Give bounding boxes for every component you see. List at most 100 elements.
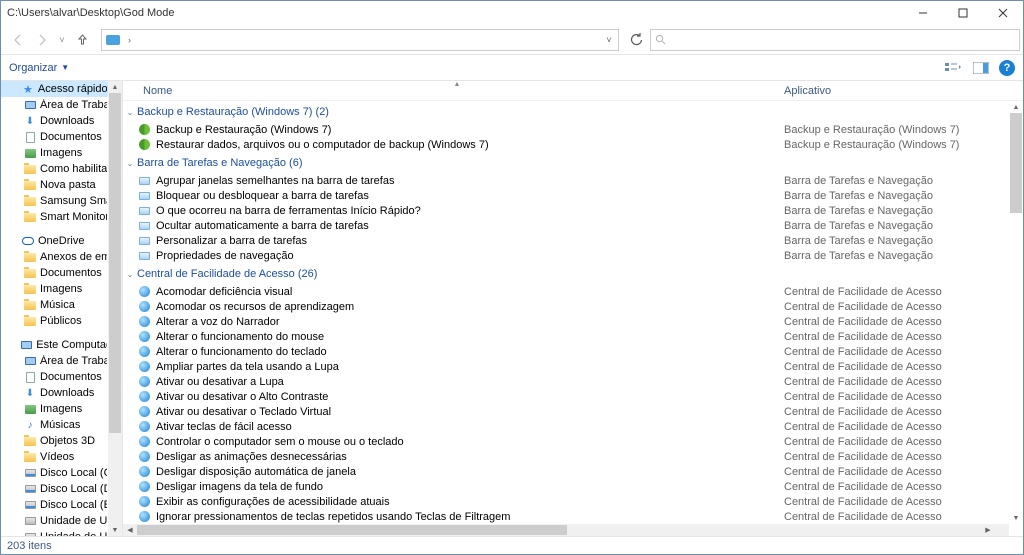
sidebar-item[interactable]: Como habilitar o [1,161,109,177]
sidebar-item[interactable]: Área de Traba... [1,97,109,113]
refresh-button[interactable] [624,29,648,51]
sidebar-item[interactable]: Documentos [1,265,109,281]
list-item[interactable]: Propriedades de navegaçãoBarra de Tarefa… [123,248,1009,263]
app-icon [137,420,151,434]
main-scrollbar-vertical[interactable]: ▲ ▼ [1009,101,1023,536]
sidebar-item[interactable]: Música [1,297,109,313]
sidebar-item[interactable]: Públicos [1,313,109,329]
sidebar-item[interactable]: Disco Local (C:) [1,465,109,481]
list-item[interactable]: Desligar as animações desnecessáriasCent… [123,449,1009,464]
list-item[interactable]: Personalizar a barra de tarefasBarra de … [123,233,1009,248]
sidebar-item[interactable]: ♪Músicas [1,417,109,433]
sidebar-item[interactable]: Imagens [1,145,109,161]
preview-pane-button[interactable] [971,59,991,77]
list-item[interactable]: Acomodar deficiência visualCentral de Fa… [123,284,1009,299]
sidebar-item[interactable]: Imagens [1,401,109,417]
drive-icon [23,402,37,416]
app-icon [137,189,151,203]
address-dropdown[interactable]: ˅ [600,35,618,45]
column-name[interactable]: Nome ▲ [123,85,784,97]
pc-icon [19,338,33,352]
list-item[interactable]: Desligar imagens da tela de fundoCentral… [123,479,1009,494]
column-headers: Nome ▲ Aplicativo [123,81,1023,101]
scroll-up-icon[interactable]: ▲ [1009,101,1023,113]
folder-icon [23,266,37,280]
list-item[interactable]: Exibir as configurações de acessibilidad… [123,494,1009,509]
scroll-down-icon[interactable]: ▼ [108,524,122,536]
sidebar-item[interactable]: Unidade de USB (F [1,529,109,536]
scroll-right-icon[interactable]: ▶ [981,524,995,536]
list-item[interactable]: Ampliar partes da tela usando a LupaCent… [123,359,1009,374]
main-scroll-thumb[interactable] [1010,113,1022,213]
sidebar-item[interactable]: Anexos de email [1,249,109,265]
navbar: ˅ › ˅ [1,25,1023,55]
sidebar-item[interactable]: Smart Monitor [1,209,109,225]
sidebar-item[interactable]: Vídeos [1,449,109,465]
list-item[interactable]: Ativar teclas de fácil acessoCentral de … [123,419,1009,434]
organize-label: Organizar [9,62,57,74]
scroll-up-icon[interactable]: ▲ [108,81,122,93]
sidebar-scroll-thumb[interactable] [109,93,121,433]
sidebar-item[interactable]: Área de Trabalho [1,353,109,369]
list-item[interactable]: Alterar o funcionamento do mouseCentral … [123,329,1009,344]
list-item[interactable]: Ignorar pressionamentos de teclas repeti… [123,509,1009,524]
list-item[interactable]: Acomodar os recursos de aprendizagemCent… [123,299,1009,314]
list-item[interactable]: Desligar disposição automática de janela… [123,464,1009,479]
sidebar-item[interactable]: Nova pasta [1,177,109,193]
sidebar-quick-access[interactable]: ★Acesso rápido [1,81,109,97]
sidebar-item[interactable]: ⬇Downloads [1,113,109,129]
sidebar-item[interactable]: ⬇Downloads [1,385,109,401]
sidebar-item[interactable]: Documentos [1,129,109,145]
group-header[interactable]: ⌄Central de Facilidade de Acesso (26) [123,264,1009,284]
list-item[interactable]: Ativar ou desativar a LupaCentral de Fac… [123,374,1009,389]
list-item[interactable]: Alterar a voz do NarradorCentral de Faci… [123,314,1009,329]
app-icon [137,480,151,494]
sidebar-item[interactable]: Imagens [1,281,109,297]
list-item[interactable]: Controlar o computador sem o mouse ou o … [123,434,1009,449]
drive-icon: ⬇ [23,386,37,400]
sidebar-item[interactable]: Disco Local (D:) [1,481,109,497]
app-icon [137,435,151,449]
list-item[interactable]: Bloquear ou desbloquear a barra de taref… [123,188,1009,203]
group-header[interactable]: ⌄Barra de Tarefas e Navegação (6) [123,153,1009,173]
sidebar-scrollbar[interactable]: ▲ ▼ [108,81,122,536]
sidebar-item[interactable]: Objetos 3D [1,433,109,449]
sidebar-item[interactable]: Disco Local (E:) [1,497,109,513]
list-item[interactable]: Ativar ou desativar o Alto ContrasteCent… [123,389,1009,404]
list-item[interactable]: Agrupar janelas semelhantes na barra de … [123,173,1009,188]
column-app[interactable]: Aplicativo [784,85,1009,97]
up-button[interactable] [72,30,92,50]
minimize-button[interactable] [903,1,943,25]
maximize-button[interactable] [943,1,983,25]
search-box[interactable] [650,29,1020,51]
sidebar-this-pc[interactable]: Este Computador [1,337,109,353]
list-item[interactable]: Ocultar automaticamente a barra de taref… [123,218,1009,233]
list-item[interactable]: Restaurar dados, arquivos ou o computado… [123,137,1009,152]
view-options-button[interactable] [943,59,963,77]
folder-icon [23,298,37,312]
forward-button[interactable] [32,30,52,50]
back-button[interactable] [8,30,28,50]
sidebar-item[interactable]: Unidade de USB [1,513,109,529]
sidebar-item[interactable]: Documentos [1,369,109,385]
organize-menu[interactable]: Organizar ▼ [9,62,69,74]
main-hscroll-thumb[interactable] [137,525,567,535]
list-item[interactable]: Ativar ou desativar o Teclado VirtualCen… [123,404,1009,419]
list-item[interactable]: Alterar o funcionamento do tecladoCentra… [123,344,1009,359]
item-app: Central de Facilidade de Acesso [784,421,1009,433]
item-app: Backup e Restauração (Windows 7) [784,139,1009,151]
folder-icon [23,162,37,176]
chevron-right-icon[interactable]: › [124,35,135,45]
main-scrollbar-horizontal[interactable]: ◀ ▶ [123,524,1009,536]
sidebar-item[interactable]: Samsung Smart [1,193,109,209]
group-header[interactable]: ⌄Backup e Restauração (Windows 7) (2) [123,102,1009,122]
sidebar-onedrive[interactable]: OneDrive [1,233,109,249]
help-button[interactable]: ? [999,60,1015,76]
list-item[interactable]: O que ocorreu na barra de ferramentas In… [123,203,1009,218]
close-button[interactable] [983,1,1023,25]
recent-locations-button[interactable]: ˅ [56,35,68,45]
scroll-down-icon[interactable]: ▼ [1009,512,1023,524]
scroll-left-icon[interactable]: ◀ [123,524,137,536]
address-bar[interactable]: › ˅ [101,29,619,51]
list-item[interactable]: Backup e Restauração (Windows 7)Backup e… [123,122,1009,137]
